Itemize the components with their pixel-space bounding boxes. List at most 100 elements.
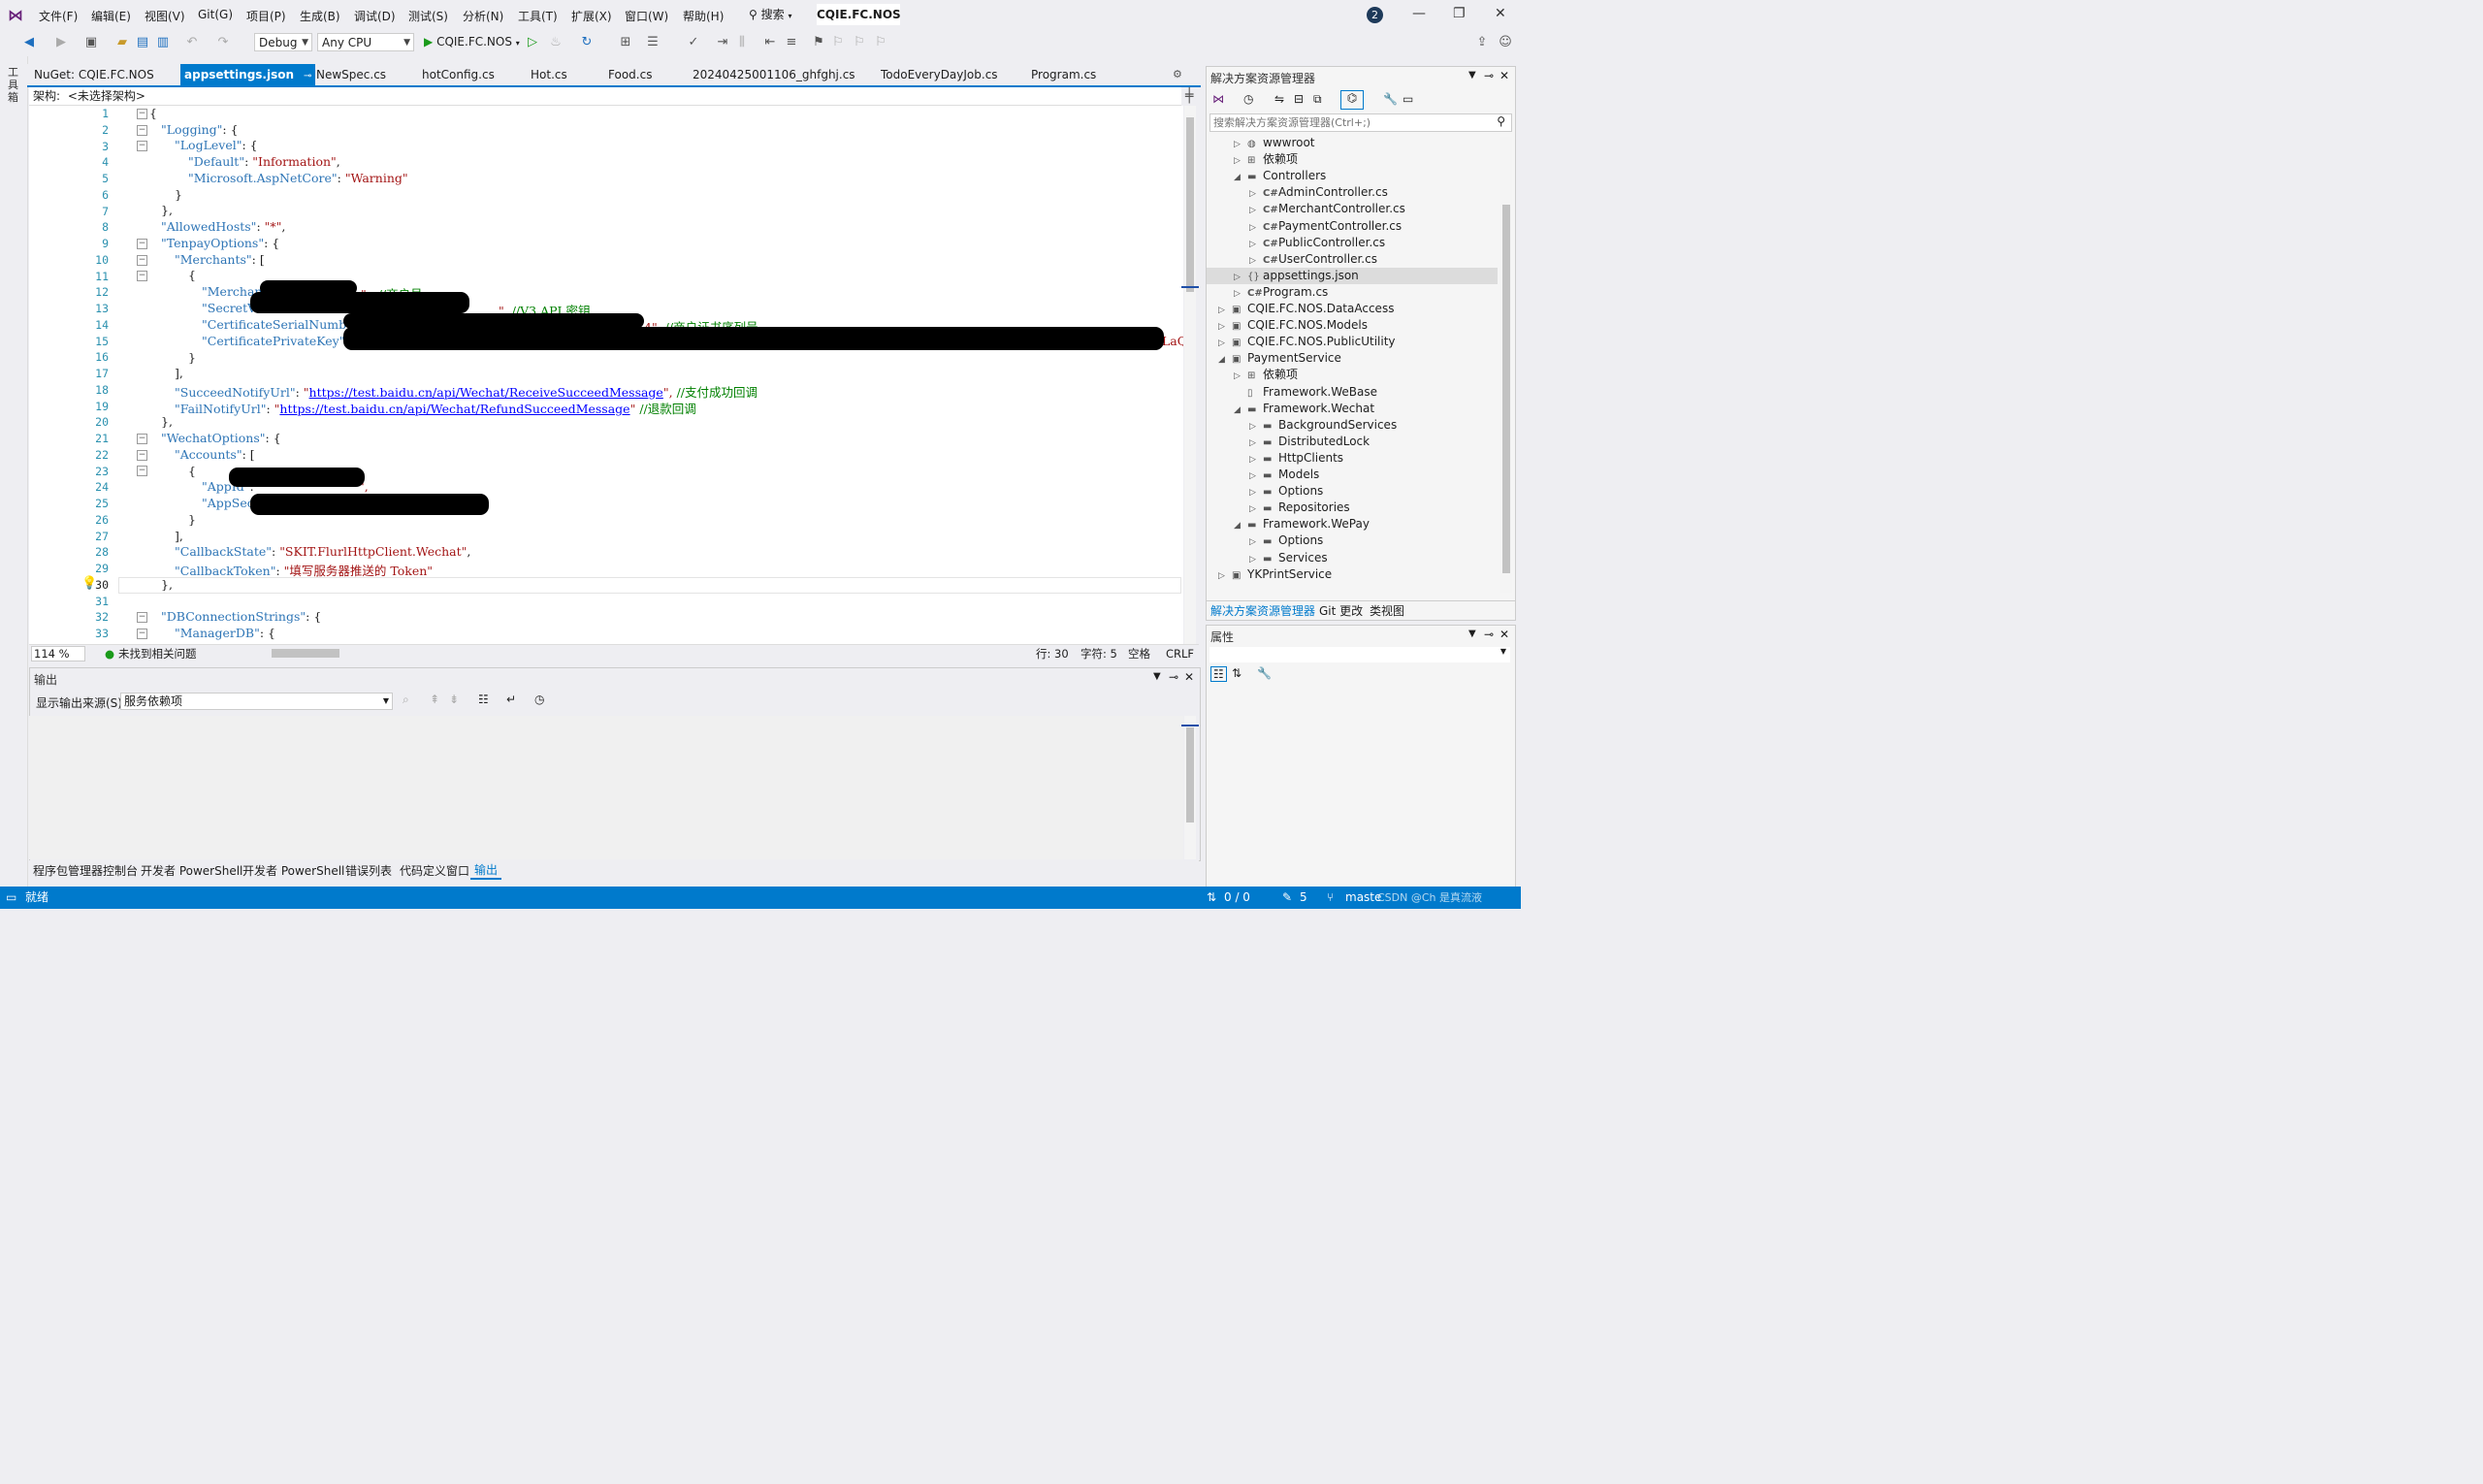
preview-icon[interactable]: ▭: [1403, 92, 1413, 106]
properties-wrench-icon[interactable]: 🔧: [1383, 92, 1398, 106]
toolbox-tab[interactable]: 工具箱: [8, 66, 21, 104]
tab-newspec[interactable]: NewSpec.cs: [316, 64, 386, 85]
solution-search-input[interactable]: [1210, 114, 1477, 131]
tab-todoeverydayjob[interactable]: TodoEveryDayJob.cs: [881, 64, 998, 85]
tree-item[interactable]: ▷ ▬ Options: [1207, 483, 1498, 500]
minimize-icon[interactable]: —: [1412, 6, 1426, 21]
vs-switch-views-icon[interactable]: ⋈: [1212, 92, 1224, 106]
tab-package-manager-console[interactable]: 程序包管理器控制台: [33, 860, 138, 882]
show-all-files-icon[interactable]: ⧉: [1313, 92, 1322, 107]
expand-toggle-icon[interactable]: ▷: [1218, 568, 1232, 585]
clock-icon[interactable]: ◷: [534, 693, 544, 706]
categorized-icon[interactable]: ☷: [1210, 666, 1227, 682]
fold-toggle-icon[interactable]: −: [137, 109, 147, 119]
tab-solution-explorer[interactable]: 解决方案资源管理器: [1210, 601, 1315, 621]
bookmark-icon[interactable]: ⚑: [811, 35, 826, 50]
back-icon[interactable]: ◀: [21, 35, 37, 50]
menu-help[interactable]: 帮助(H): [683, 8, 724, 24]
tree-item[interactable]: ▷ ▬ Models: [1207, 467, 1498, 483]
editor-vertical-scrollbar[interactable]: [1184, 106, 1196, 644]
fold-toggle-icon[interactable]: −: [137, 450, 147, 461]
tree-item[interactable]: ▷ C#PaymentController.cs: [1207, 218, 1498, 235]
tree-item[interactable]: ▷ ▣ YKPrintService: [1207, 566, 1498, 583]
feedback-icon[interactable]: ☺: [1498, 35, 1513, 50]
close-panel-icon[interactable]: ✕: [1499, 69, 1509, 82]
tree-item[interactable]: ▷ C#MerchantController.cs: [1207, 201, 1498, 217]
pin-icon[interactable]: ⊸: [1484, 69, 1494, 82]
tab-hotconfig[interactable]: hotConfig.cs: [422, 64, 495, 85]
tab-developer-powershell-2[interactable]: 开发者 PowerShell: [242, 860, 344, 882]
tree-item[interactable]: ▷ ▬ HttpClients: [1207, 450, 1498, 467]
clear-all-icon[interactable]: ☷: [478, 693, 489, 706]
branch-indicator[interactable]: maste: [1345, 887, 1381, 909]
tab-appsettings[interactable]: appsettings.json ⊸ ✕: [180, 64, 329, 85]
tree-item[interactable]: ▷ ▬ DistributedLock: [1207, 434, 1498, 450]
find-icon[interactable]: ⌕: [403, 693, 409, 707]
close-panel-icon[interactable]: ✕: [1184, 670, 1194, 684]
refresh-icon[interactable]: ↻: [579, 35, 595, 50]
chevron-down-icon[interactable]: ▼: [1468, 629, 1476, 639]
tab-food[interactable]: Food.cs: [608, 64, 652, 85]
solution-search-box[interactable]: ⚲: [1209, 113, 1512, 132]
fold-toggle-icon[interactable]: −: [137, 271, 147, 281]
notification-badge[interactable]: 2: [1367, 7, 1383, 23]
fold-toggle-icon[interactable]: −: [137, 141, 147, 151]
schema-select[interactable]: <未选择架构>: [68, 89, 145, 103]
prev-message-icon[interactable]: ⇞: [430, 693, 439, 706]
menu-window[interactable]: 窗口(W): [625, 8, 668, 24]
pin-icon[interactable]: ⊸: [1169, 670, 1178, 684]
output-vertical-scrollbar[interactable]: [1184, 716, 1196, 859]
tab-error-list[interactable]: 错误列表: [345, 860, 392, 882]
config-select[interactable]: Debug ▼: [254, 33, 312, 51]
menu-tools[interactable]: 工具(T): [518, 8, 558, 24]
tree-item[interactable]: ▷ ▬ Services: [1207, 550, 1498, 566]
tab-output[interactable]: 输出: [470, 860, 502, 880]
fold-toggle-icon[interactable]: −: [137, 612, 147, 623]
step-icon[interactable]: ⇥: [715, 35, 730, 50]
scrollbar-thumb[interactable]: [1186, 727, 1194, 823]
word-wrap-icon[interactable]: ↵: [506, 693, 516, 706]
link-succeed-notify[interactable]: https://test.baidu.cn/api/Wechat/Receive…: [309, 385, 663, 400]
tree-item[interactable]: ▷ C#PublicController.cs: [1207, 235, 1498, 251]
char-indicator[interactable]: 字符: 5: [1080, 645, 1117, 662]
open-folder-icon[interactable]: ▰: [114, 35, 130, 50]
redo-icon[interactable]: ↷: [215, 35, 231, 50]
pencil-icon[interactable]: ✎: [1282, 887, 1292, 909]
columns-icon[interactable]: ⫼: [734, 35, 750, 50]
comment-icon[interactable]: ≡: [784, 35, 799, 50]
properties-object-select[interactable]: ▼: [1209, 647, 1510, 662]
new-item-icon[interactable]: ▣: [83, 35, 99, 50]
code-editor[interactable]: 1 2 3 4 5 6 7 8 9 10 11 12 13 14 15 16 17 18 19 20 21 22 23 24 2…: [29, 106, 1183, 644]
tab-developer-powershell[interactable]: 开发者 PowerShell: [141, 860, 242, 882]
tab-hot[interactable]: Hot.cs: [531, 64, 567, 85]
forward-icon[interactable]: ▶: [53, 35, 69, 50]
tab-list-dropdown-icon[interactable]: ⚙: [1173, 68, 1182, 81]
chevron-down-icon[interactable]: ▼: [1468, 70, 1476, 81]
clear-bookmark-icon[interactable]: ⚐: [873, 35, 888, 50]
eol-indicator[interactable]: CRLF: [1166, 645, 1194, 662]
property-pages-icon[interactable]: 🔧: [1257, 666, 1272, 680]
menu-file[interactable]: 文件(F): [39, 8, 78, 24]
tree-item[interactable]: ▷ ◍ wwwroot: [1207, 135, 1498, 151]
save-all-icon[interactable]: ▥: [155, 35, 171, 50]
menu-project[interactable]: 项目(P): [246, 8, 286, 24]
menu-extensions[interactable]: 扩展(X): [571, 8, 612, 24]
pin-icon[interactable]: ⊸: [1484, 628, 1494, 641]
menu-test[interactable]: 测试(S): [408, 8, 448, 24]
menu-analyze[interactable]: 分析(N): [463, 8, 503, 24]
split-icon[interactable]: ╪: [1185, 88, 1193, 104]
layout-icon[interactable]: ☰: [645, 35, 661, 50]
fold-toggle-icon[interactable]: −: [137, 255, 147, 266]
menu-debug[interactable]: 调试(D): [354, 8, 396, 24]
tab-migration[interactable]: 20240425001106_ghfghj.cs: [693, 64, 855, 85]
scrollbar-thumb[interactable]: [1186, 117, 1194, 292]
maximize-icon[interactable]: ❐: [1453, 6, 1466, 21]
close-window-icon[interactable]: ✕: [1495, 6, 1506, 21]
tree-item[interactable]: ▷ ▬ Repositories: [1207, 500, 1498, 516]
fold-toggle-icon[interactable]: −: [137, 434, 147, 444]
tab-git-changes[interactable]: Git 更改: [1319, 601, 1363, 621]
tree-item[interactable]: ◢ ▣ PaymentService: [1207, 350, 1498, 367]
alphabetical-icon[interactable]: ⇅: [1232, 666, 1242, 680]
tree-item[interactable]: ◢ ▬ Controllers: [1207, 168, 1498, 184]
whitespace-indicator[interactable]: 空格: [1128, 645, 1150, 662]
